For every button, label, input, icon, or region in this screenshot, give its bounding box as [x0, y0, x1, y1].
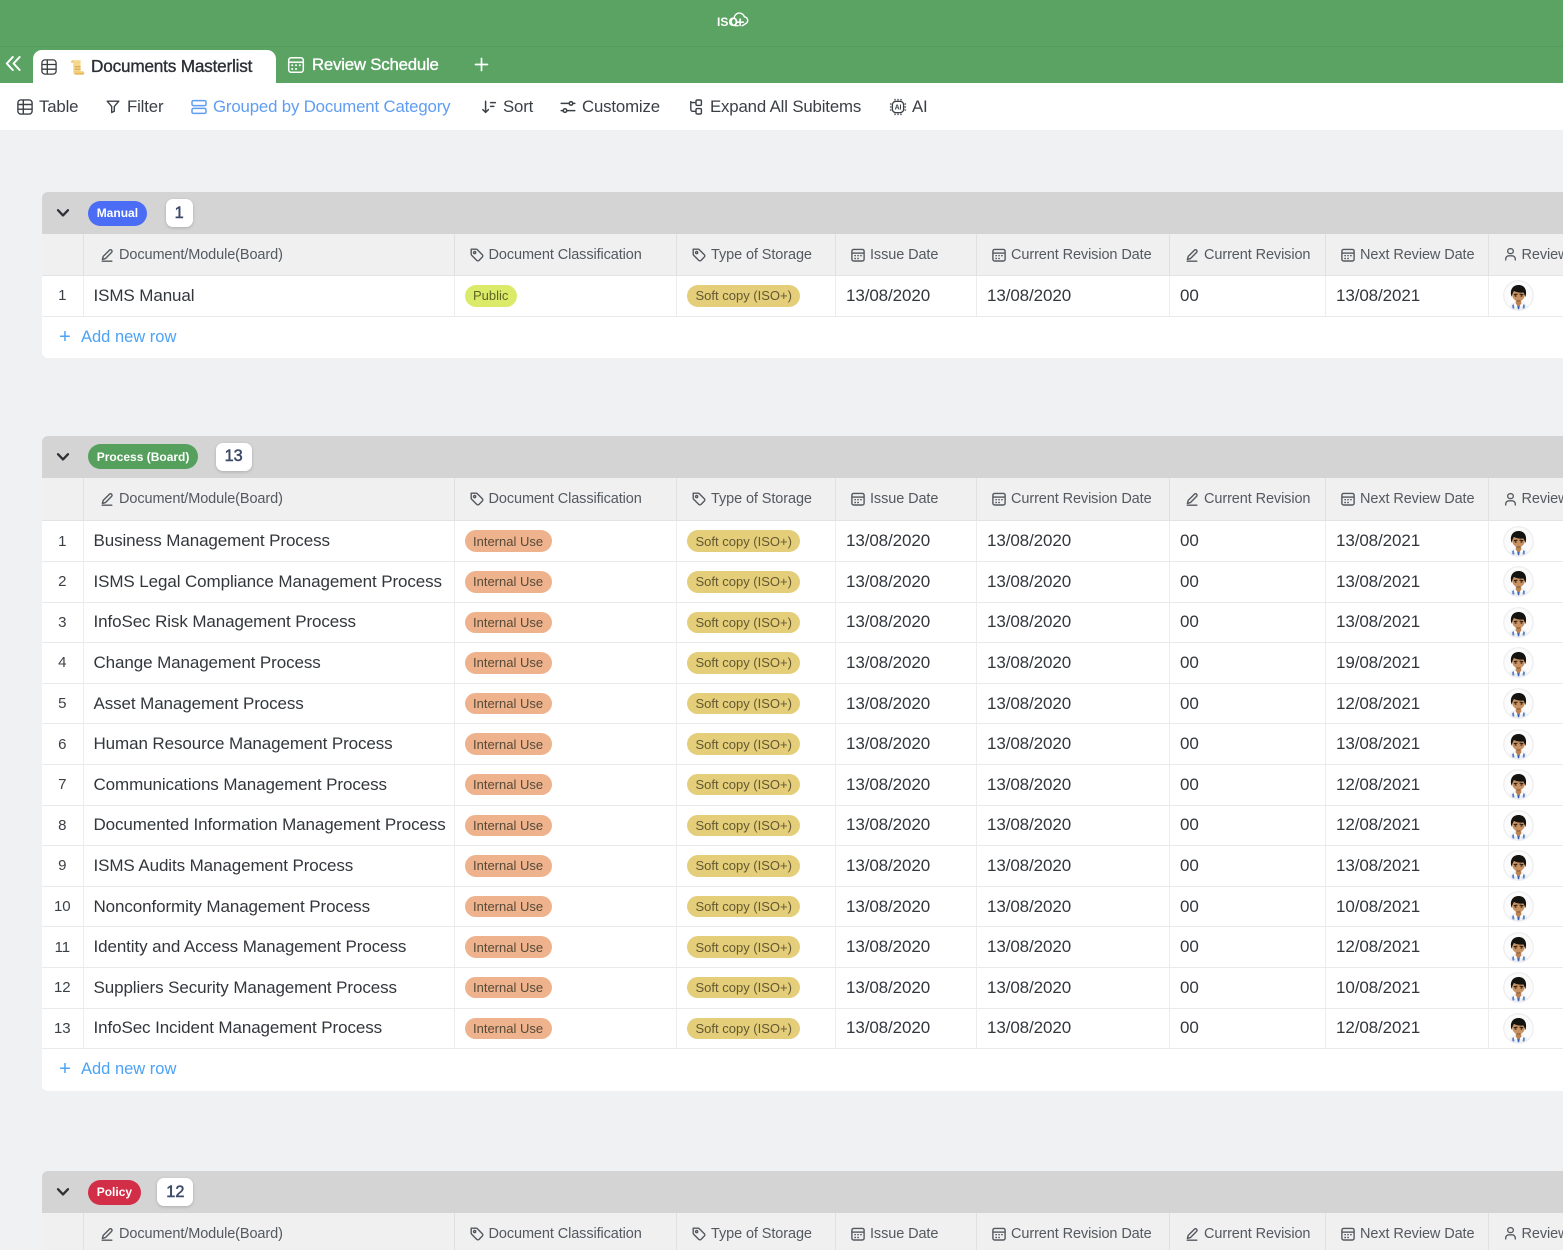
- svg-text:AI: AI: [895, 104, 902, 111]
